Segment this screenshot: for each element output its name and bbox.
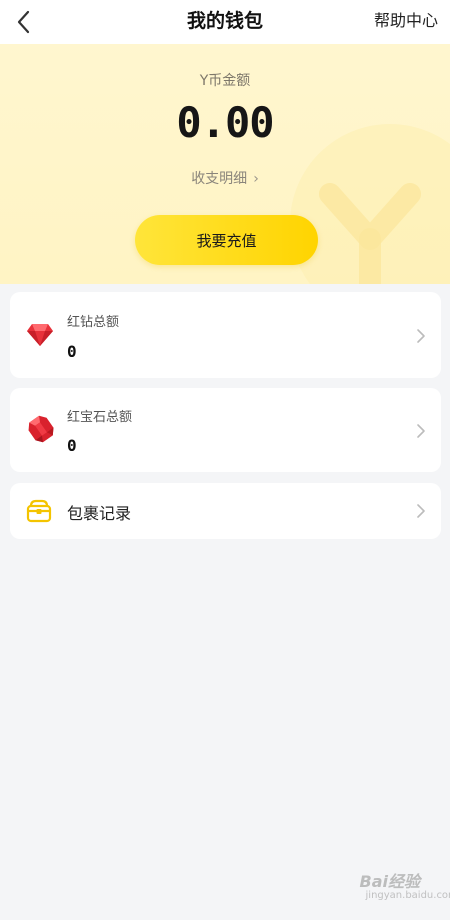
- recharge-button[interactable]: 我要充值: [135, 215, 318, 265]
- ruby-total-value: 0: [67, 436, 77, 455]
- red-diamond-card[interactable]: 红钻总额 0: [10, 292, 441, 378]
- chevron-right-icon: ›: [253, 171, 259, 187]
- coin-balance-value: 0.00: [176, 98, 274, 147]
- package-icon: [26, 499, 52, 523]
- red-diamond-total-value: 0: [67, 342, 77, 361]
- ruby-card[interactable]: 红宝石总额 0: [10, 388, 441, 472]
- watermark-brand: Bai经验: [359, 872, 420, 891]
- transaction-details-link[interactable]: 收支明细 ›: [0, 168, 450, 188]
- chevron-right-icon: [417, 504, 425, 518]
- coin-balance-label: Y币金额: [199, 73, 251, 89]
- chevron-right-icon: [417, 329, 425, 343]
- balance-hero: Y币金额 0.00 收支明细 › 我要充值: [0, 44, 450, 284]
- package-records-label: 包裹记录: [67, 504, 132, 523]
- package-records-card[interactable]: 包裹记录: [10, 483, 441, 539]
- red-diamond-total-label: 红钻总额: [67, 315, 120, 330]
- red-diamond-icon: [27, 324, 53, 346]
- chevron-right-icon: [417, 424, 425, 438]
- transaction-details-label: 收支明细: [191, 171, 248, 187]
- baidu-jingyan-watermark: Bai经验 jingyan.baidu.com: [359, 868, 450, 901]
- watermark-url: jingyan.baidu.com: [365, 890, 450, 901]
- help-center-link[interactable]: 帮助中心: [374, 7, 438, 31]
- ruby-total-label: 红宝石总额: [67, 410, 133, 425]
- ruby-icon: [28, 415, 54, 443]
- top-nav-bar: 我的钱包 帮助中心: [0, 0, 450, 44]
